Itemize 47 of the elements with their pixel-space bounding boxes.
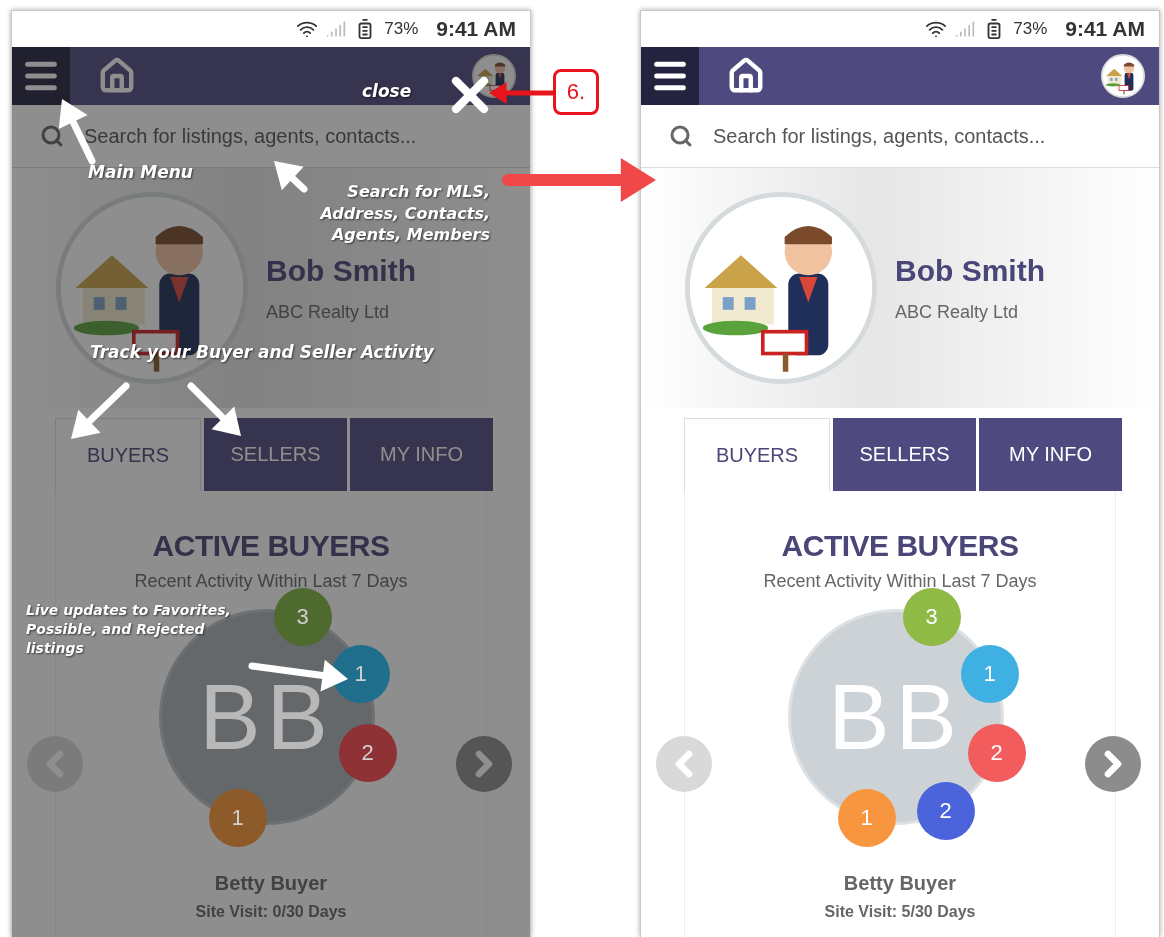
home-icon [727, 57, 765, 95]
home-button[interactable] [727, 57, 765, 95]
search-icon [40, 124, 64, 148]
tab[interactable]: SELLERS [204, 418, 347, 491]
count-badge: 1 [837, 789, 896, 847]
next-button[interactable] [1085, 736, 1141, 792]
annotation-text: close [362, 80, 412, 103]
buyer-name: Betty Buyer [214, 872, 328, 895]
home-button[interactable] [98, 57, 136, 95]
menu-button[interactable] [641, 47, 699, 105]
profile-avatar[interactable] [1101, 54, 1145, 98]
clock: 9:41 AM [436, 17, 516, 41]
count-badge: 3 [902, 588, 961, 646]
agent-name: Bob Smith [266, 253, 416, 288]
company-name: ABC Realty Ltd [895, 301, 1020, 323]
buyer-name: Betty Buyer [843, 872, 957, 895]
count-badge: 1 [208, 789, 267, 847]
search-field[interactable]: Search for listings, agents, contacts... [82, 123, 486, 149]
annotation-arrow [187, 382, 241, 436]
battery-percent: 73% [384, 19, 419, 39]
company-name: ABC Realty Ltd [266, 301, 391, 323]
battery-percent: 73% [1013, 19, 1048, 39]
step-callout: 6. [553, 69, 599, 115]
annotation-text: Search for MLS, Address, Contacts, Agents, Members [320, 181, 490, 246]
home-icon [98, 57, 136, 95]
annotation-text: Track your Buyer and Seller Activity [90, 341, 434, 364]
signal-icon [955, 19, 976, 39]
annotation-arrow [274, 161, 308, 193]
site-visits: Site Visit: 5/30 Days [824, 903, 976, 921]
agent-name: Bob Smith [895, 253, 1045, 288]
tab[interactable]: MY INFO [350, 418, 493, 491]
clock: 9:41 AM [1065, 17, 1145, 41]
annotation-text: Live updates to Favorites, Possible, and Rejected listings [26, 601, 231, 658]
tab[interactable]: BUYERS [684, 418, 830, 491]
signal-icon [326, 19, 347, 39]
tab[interactable]: BUYERS [55, 418, 201, 491]
annotation-text: Main Menu [88, 161, 193, 184]
tab[interactable]: MY INFO [979, 418, 1122, 491]
site-visits: Site Visit: 0/30 Days [195, 903, 347, 921]
count-badge: 3 [273, 588, 332, 646]
section-title: ACTIVE BUYERS [152, 529, 390, 563]
callout-arrow [489, 82, 556, 104]
search-field[interactable]: Search for listings, agents, contacts... [711, 123, 1115, 149]
annotation-arrow [71, 382, 130, 439]
search-icon [669, 124, 693, 148]
section-title: ACTIVE BUYERS [781, 529, 1019, 563]
tab[interactable]: SELLERS [833, 418, 976, 491]
